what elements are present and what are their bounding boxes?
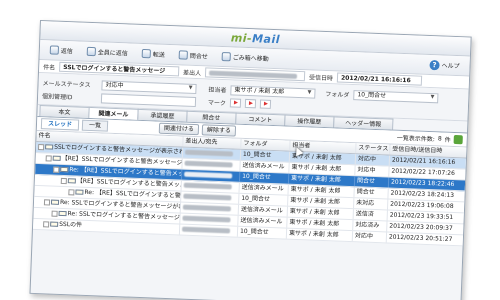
tab-body[interactable]: 本文 xyxy=(39,105,90,118)
received-label: 受信日時 xyxy=(308,73,334,82)
sender-cell xyxy=(179,224,239,237)
folder-label: フォルダ xyxy=(325,91,350,99)
mail-icon xyxy=(75,189,84,195)
folder-cell: 10_問合せ xyxy=(239,171,290,184)
flag-icon[interactable] xyxy=(244,98,257,109)
app-logo: mi-Mail xyxy=(230,30,281,46)
flag-icon[interactable] xyxy=(229,98,242,108)
collapse-icon[interactable] xyxy=(43,198,51,206)
status-cell: 対応中 xyxy=(355,154,391,166)
status-cell: 対応中 xyxy=(355,165,390,177)
mark-label: マーク xyxy=(207,99,227,108)
tab-related-mail[interactable]: 関連メール xyxy=(88,106,139,120)
subtab-list[interactable]: 一覧 xyxy=(81,119,109,132)
tab-approval-history[interactable]: 承認履歴 xyxy=(137,108,188,122)
thread-grid: 件名 差出人/宛先 フォルダ 担当者 ステータス 受信日時/送信日時 SSLでロ… xyxy=(32,130,467,247)
folder-cell: 送信済みメール xyxy=(238,215,288,228)
mail-icon xyxy=(50,221,59,227)
collapse-icon[interactable] xyxy=(43,220,50,228)
count-display: 一覧表示件数: 8 件 xyxy=(397,133,463,145)
tab-comment[interactable]: コメント xyxy=(235,112,286,126)
tab-header-info[interactable]: ヘッダー情報 xyxy=(333,116,394,130)
subject-label: 件名 xyxy=(43,63,56,72)
status-label: メールステータス xyxy=(42,80,91,89)
trash-button[interactable]: ごみ箱へ移動 xyxy=(218,50,273,65)
manage-id-input[interactable] xyxy=(100,92,197,107)
mail-window: mi-Mail 返信 全員に返信 転送 問合せ ごみ箱へ移動 ? ヘルプ 件名 S… xyxy=(29,20,472,300)
reply-all-button[interactable]: 全員に返信 xyxy=(83,45,132,60)
reply-all-icon xyxy=(86,46,97,57)
chevron-down-icon: ▼ xyxy=(307,89,312,96)
status-cell: 未対応 xyxy=(354,198,389,210)
folder-cell: 送信済みメール xyxy=(238,204,289,217)
mail-icon xyxy=(45,144,54,150)
inquiry-button[interactable]: 問合せ xyxy=(175,48,212,62)
link-button[interactable]: 関連付ける xyxy=(158,122,200,136)
mail-icon xyxy=(60,166,69,173)
status-cell: 問合せ xyxy=(354,187,389,199)
help-button[interactable]: ? ヘルプ xyxy=(425,57,464,72)
refresh-icon[interactable] xyxy=(453,134,463,145)
sender-label: 差出人 xyxy=(182,69,202,77)
owner-cell: 東サポ / 未創 太郎 xyxy=(286,228,354,242)
column-header-folder[interactable]: フォルダ xyxy=(241,138,291,151)
unlink-button[interactable]: 解除する xyxy=(201,124,237,137)
status-cell: 送信済 xyxy=(353,209,388,221)
collapse-icon[interactable] xyxy=(53,166,60,173)
collapse-icon[interactable] xyxy=(68,188,75,195)
tab-inquiry[interactable]: 問合せ xyxy=(186,110,237,124)
status-cell: 問合せ xyxy=(354,176,390,188)
trash-icon xyxy=(221,52,231,62)
mail-icon xyxy=(52,155,61,161)
mail-icon xyxy=(50,199,60,205)
mail-icon xyxy=(58,210,67,217)
forward-icon xyxy=(141,48,151,59)
column-header-status[interactable]: ステータス xyxy=(356,143,391,155)
folder-cell: 送信済みメール xyxy=(240,160,290,173)
folder-cell: 10_問合せ xyxy=(237,226,288,239)
folder-cell: 送信済みメール xyxy=(239,182,289,195)
chevron-down-icon: ▼ xyxy=(188,84,193,91)
flag-icon[interactable] xyxy=(259,99,272,109)
forward-button[interactable]: 転送 xyxy=(138,47,169,61)
help-icon: ? xyxy=(429,59,440,70)
chevron-down-icon: ▼ xyxy=(430,94,435,101)
manage-id-label: 個別管理ID xyxy=(41,93,73,102)
collapse-icon[interactable] xyxy=(51,210,58,217)
collapse-icon[interactable] xyxy=(38,143,45,150)
tab-operation-history[interactable]: 操作履歴 xyxy=(284,114,335,128)
status-cell: 対応中 xyxy=(352,231,388,243)
folder-cell: 10_問合せ xyxy=(240,149,291,162)
date-cell: 2012/02/23 20:51:27 xyxy=(388,233,453,243)
collapse-icon[interactable] xyxy=(60,177,67,184)
reply-button[interactable]: 返信 xyxy=(46,43,77,57)
status-cell: 対応済み xyxy=(353,220,388,232)
folder-cell: 10_問合せ xyxy=(239,193,289,206)
inquiry-icon xyxy=(178,50,188,60)
collapse-icon[interactable] xyxy=(45,154,52,162)
mail-icon xyxy=(67,178,76,184)
received-value: 2012/02/21 16:16:16 xyxy=(336,72,423,86)
reply-icon xyxy=(49,45,60,55)
subtab-thread[interactable]: スレッド xyxy=(40,118,80,131)
owner-label: 担当者 xyxy=(208,86,227,95)
